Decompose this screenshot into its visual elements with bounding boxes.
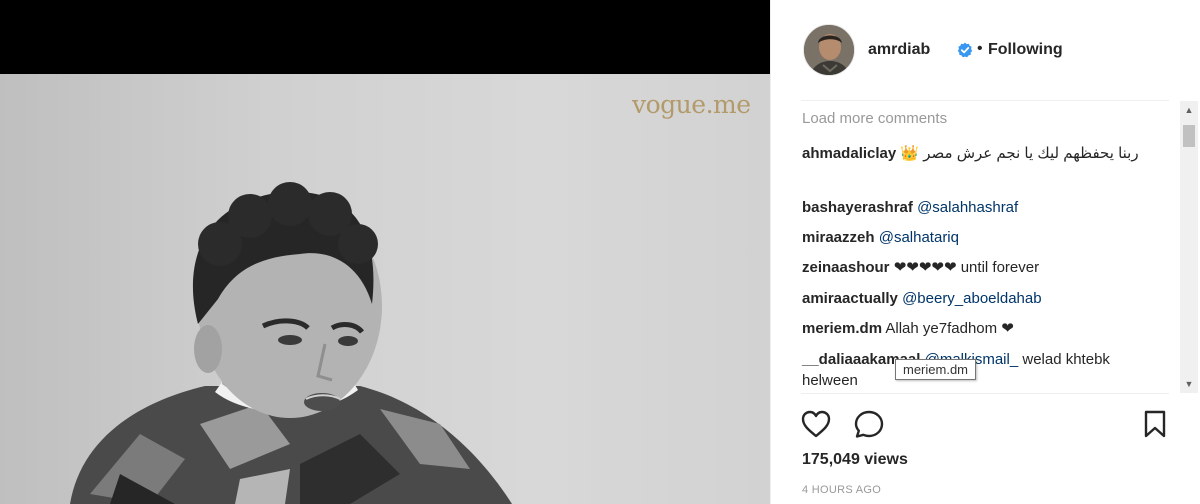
- comments-list[interactable]: Load more comments ahmadaliclay ربنا يحف…: [771, 101, 1181, 393]
- comment-item: zeinaashour ❤❤❤❤❤ until forever: [802, 257, 1147, 278]
- video-frame[interactable]: vogue.me: [0, 74, 770, 504]
- scroll-thumb[interactable]: [1183, 125, 1195, 147]
- comment-item: ahmadaliclay ربنا يحفظهم ليك يا نجم عرش …: [802, 143, 1147, 164]
- comment-item: bashayerashraf @salahhashraf: [802, 197, 1147, 218]
- comments-scrollbar[interactable]: ▲ ▼: [1180, 101, 1198, 393]
- comment-mention-link[interactable]: @salhatariq: [879, 229, 959, 246]
- comment-item: amiraactually @beery_aboeldahab: [802, 288, 1147, 309]
- comment-username[interactable]: zeinaashour: [802, 259, 890, 276]
- username-tooltip: meriem.dm: [895, 359, 977, 380]
- verified-badge-icon: [957, 42, 973, 58]
- post-timestamp[interactable]: 4 HOURS AGO: [802, 484, 881, 496]
- heart-icon[interactable]: [800, 409, 832, 439]
- view-count[interactable]: 175,049 views: [802, 451, 908, 469]
- post-header: amrdiab • Following: [771, 0, 1200, 100]
- header-separator: •: [977, 40, 983, 57]
- comment-username[interactable]: meriem.dm: [802, 320, 882, 337]
- scroll-up-arrow-icon[interactable]: ▲: [1180, 101, 1198, 119]
- post-author-username[interactable]: amrdiab: [868, 41, 930, 59]
- comment-mention-link[interactable]: @beery_aboeldahab: [902, 290, 1042, 307]
- load-more-comments-button[interactable]: Load more comments: [802, 110, 947, 127]
- avatar[interactable]: [803, 24, 855, 76]
- scroll-down-arrow-icon[interactable]: ▼: [1180, 375, 1198, 393]
- comment-username[interactable]: bashayerashraf: [802, 199, 913, 216]
- comment-text: Allah ye7fadhom ❤: [885, 320, 1014, 337]
- video-player[interactable]: vogue.me: [0, 0, 770, 504]
- vogue-watermark: vogue.me: [632, 90, 751, 119]
- post-side-panel: amrdiab • Following Load more comments a…: [770, 0, 1200, 504]
- actions-divider: [801, 393, 1169, 394]
- bookmark-icon[interactable]: [1139, 409, 1171, 439]
- comment-username[interactable]: amiraactually: [802, 290, 898, 307]
- comment-text: ❤❤❤❤❤ until forever: [893, 259, 1040, 276]
- comment-item: miraazzeh @salhatariq: [802, 227, 1147, 248]
- comment-item: meriem.dm Allah ye7fadhom ❤: [802, 318, 1147, 339]
- comment-username[interactable]: ahmadaliclay: [802, 145, 896, 162]
- comment-icon[interactable]: [853, 409, 885, 439]
- comment-mention-link[interactable]: @salahhashraf: [917, 199, 1018, 216]
- following-button[interactable]: Following: [988, 41, 1063, 59]
- video-subject-image: [70, 182, 512, 504]
- avatar-image: [804, 25, 854, 75]
- comment-username[interactable]: miraazzeh: [802, 229, 875, 246]
- comment-text: ربنا يحفظهم ليك يا نجم عرش مصر 👑: [900, 145, 1139, 162]
